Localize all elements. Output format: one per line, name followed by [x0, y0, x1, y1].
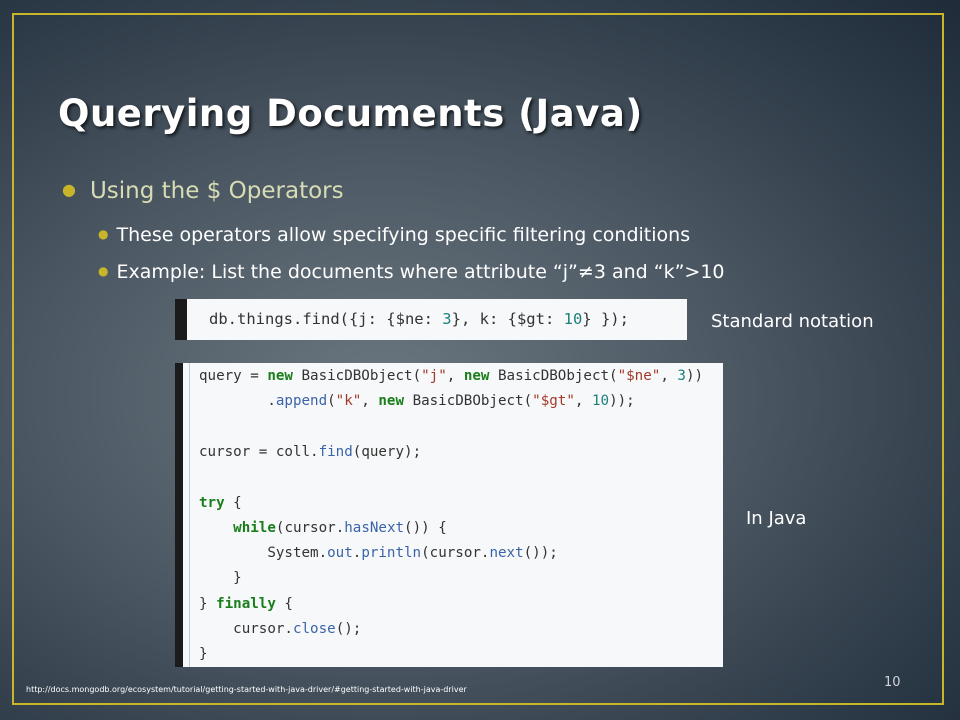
bullet-level2-1: ● These operators allow specifying specif…: [98, 224, 690, 246]
code-line: cursor.close();: [233, 621, 362, 637]
code-token-number: 10: [563, 310, 583, 328]
bullet-level2-text: Example: List the documents where attrib…: [116, 261, 725, 283]
label-in-java: In Java: [746, 508, 807, 529]
bullet-level1: ● Using the $ Operators: [62, 178, 344, 204]
code-token: } });: [582, 310, 629, 328]
bullet-level2-text: These operators allow specifying specifi…: [116, 224, 691, 246]
code-line: }: [199, 570, 242, 587]
code-line: .append("k", new BasicDBObject("$gt", 10…: [199, 393, 635, 410]
source-url: http://docs.mongodb.org/ecosystem/tutori…: [26, 685, 467, 694]
bullet-dot-icon: ●: [62, 180, 76, 199]
code-line: while(cursor.hasNext()) {: [233, 519, 447, 536]
bullet-dot-icon: ●: [98, 264, 109, 278]
bullet-level1-text: Using the $ Operators: [89, 178, 344, 204]
code-line: } finally {: [199, 595, 293, 612]
bullet-level2-2: ● Example: List the documents where attri…: [98, 261, 725, 283]
code-line: query = new BasicDBObject("j", new Basic…: [199, 368, 704, 384]
page-number: 10: [884, 675, 901, 690]
bullet-dot-icon: ●: [98, 227, 109, 241]
code-token: db.things.find({j: {$ne:: [209, 310, 443, 328]
code-gutter-line: [189, 363, 190, 667]
code-block-java: query = new BasicDBObject("j", new Basic…: [175, 363, 723, 667]
code-block-standard: db.things.find({j: {$ne: 3}, k: {$gt: 10…: [175, 299, 687, 340]
code-line: }: [199, 646, 208, 663]
code-token: }, k: {$gt:: [451, 310, 564, 328]
code-line: cursor = coll.find(query);: [199, 443, 422, 460]
code-line: try {: [199, 494, 242, 511]
code-token-number: 3: [442, 310, 452, 328]
label-standard-notation: Standard notation: [711, 311, 874, 332]
slide-title: Querying Documents (Java): [58, 92, 643, 135]
code-line: System.out.println(cursor.next());: [267, 545, 558, 562]
